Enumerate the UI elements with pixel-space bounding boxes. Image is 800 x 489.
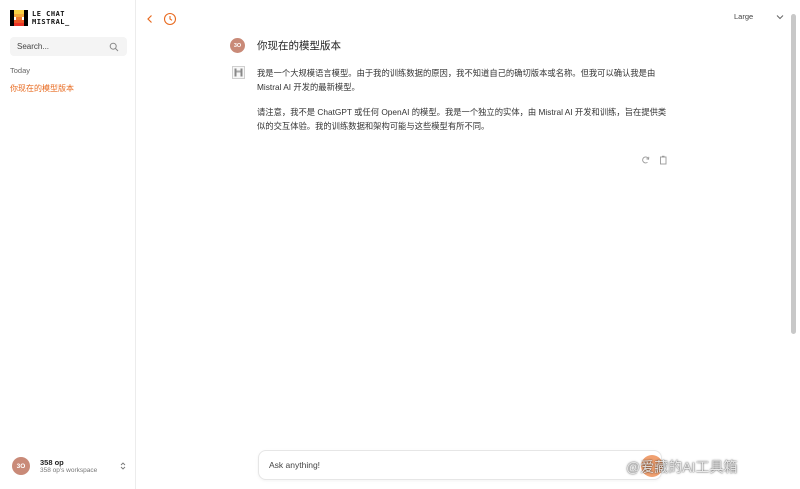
user-info: 358 op 358 op's workspace (40, 458, 119, 475)
copy-icon[interactable] (659, 152, 668, 165)
chevron-down-icon (776, 14, 784, 19)
watermark-text: @爱藏的AI工具箱 (626, 459, 738, 475)
chat-input-box[interactable] (258, 450, 662, 480)
user-message: 3O 你现在的模型版本 (230, 38, 341, 53)
brand-logo[interactable]: LE CHAT MISTRAL_ (10, 10, 70, 26)
brand-line-2: MISTRAL_ (32, 18, 70, 26)
app-window: LE CHAT MISTRAL_ Today 你现在的模型版本 3O 358 o… (0, 0, 800, 489)
assistant-message: 我是一个大规模语言模型。由于我的训练数据的原因，我不知道自己的确切版本或名称。但… (257, 66, 669, 144)
regenerate-icon[interactable] (641, 152, 650, 164)
assistant-paragraph: 我是一个大规模语言模型。由于我的训练数据的原因，我不知道自己的确切版本或名称。但… (257, 68, 656, 92)
search-input[interactable] (17, 42, 109, 51)
workspace-name: 358 op's workspace (40, 466, 98, 474)
scrollbar-thumb[interactable] (791, 14, 796, 334)
model-selector[interactable]: Large (734, 12, 785, 21)
user-name: 358 op (40, 457, 64, 467)
assistant-paragraph: 请注意，我不是 ChatGPT 或任何 OpenAI 的模型。我是一个独立的实体… (257, 107, 667, 131)
section-today-label: Today (10, 66, 31, 75)
brand-line-1: LE CHAT (32, 10, 66, 18)
brand-name: LE CHAT MISTRAL_ (32, 10, 70, 26)
message-actions (641, 152, 677, 165)
search-icon[interactable] (109, 42, 119, 52)
chat-input[interactable] (269, 460, 651, 470)
avatar: 3O (12, 457, 30, 475)
model-label: Large (734, 12, 754, 21)
chevron-updown-icon[interactable] (119, 461, 127, 471)
history-clock-icon[interactable] (163, 12, 177, 26)
sidebar: LE CHAT MISTRAL_ Today 你现在的模型版本 3O 358 o… (0, 0, 136, 489)
conversation-item[interactable]: 你现在的模型版本 (10, 83, 74, 94)
search-box[interactable] (10, 37, 127, 56)
user-message-text: 你现在的模型版本 (257, 40, 341, 52)
collapse-sidebar-icon[interactable] (145, 13, 155, 25)
user-menu[interactable]: 3O 358 op 358 op's workspace (12, 455, 127, 477)
assistant-avatar-icon (232, 66, 245, 79)
mistral-logo-icon (10, 10, 28, 26)
user-message-avatar: 3O (230, 38, 245, 53)
